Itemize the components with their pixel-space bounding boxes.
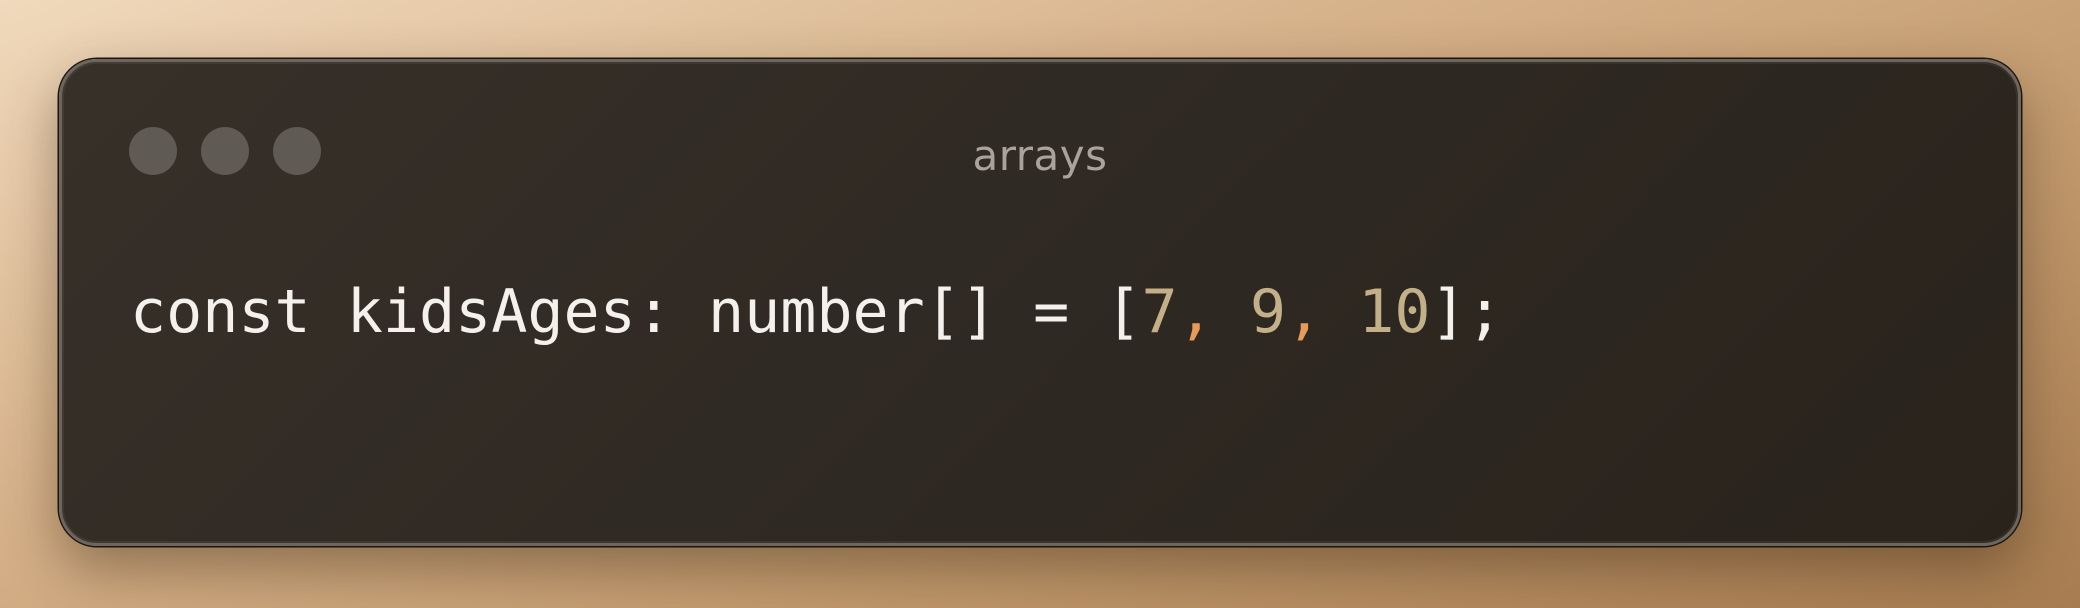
code-closing: ]; xyxy=(1430,277,1503,347)
comma-2: , xyxy=(1285,277,1323,347)
array-value-3: 10 xyxy=(1322,277,1431,347)
code-editor: const kidsAges: number[] = [7, 9, 10]; xyxy=(130,270,1503,354)
comma-1: , xyxy=(1177,277,1214,347)
code-declaration: const kidsAges: number[] = [ xyxy=(130,277,1142,347)
array-value-1: 7 xyxy=(1141,277,1178,347)
window-title: arrays xyxy=(972,131,1108,180)
code-window: arrays const kidsAges: number[] = [7, 9,… xyxy=(59,59,2021,546)
array-value-2: 9 xyxy=(1213,277,1286,347)
